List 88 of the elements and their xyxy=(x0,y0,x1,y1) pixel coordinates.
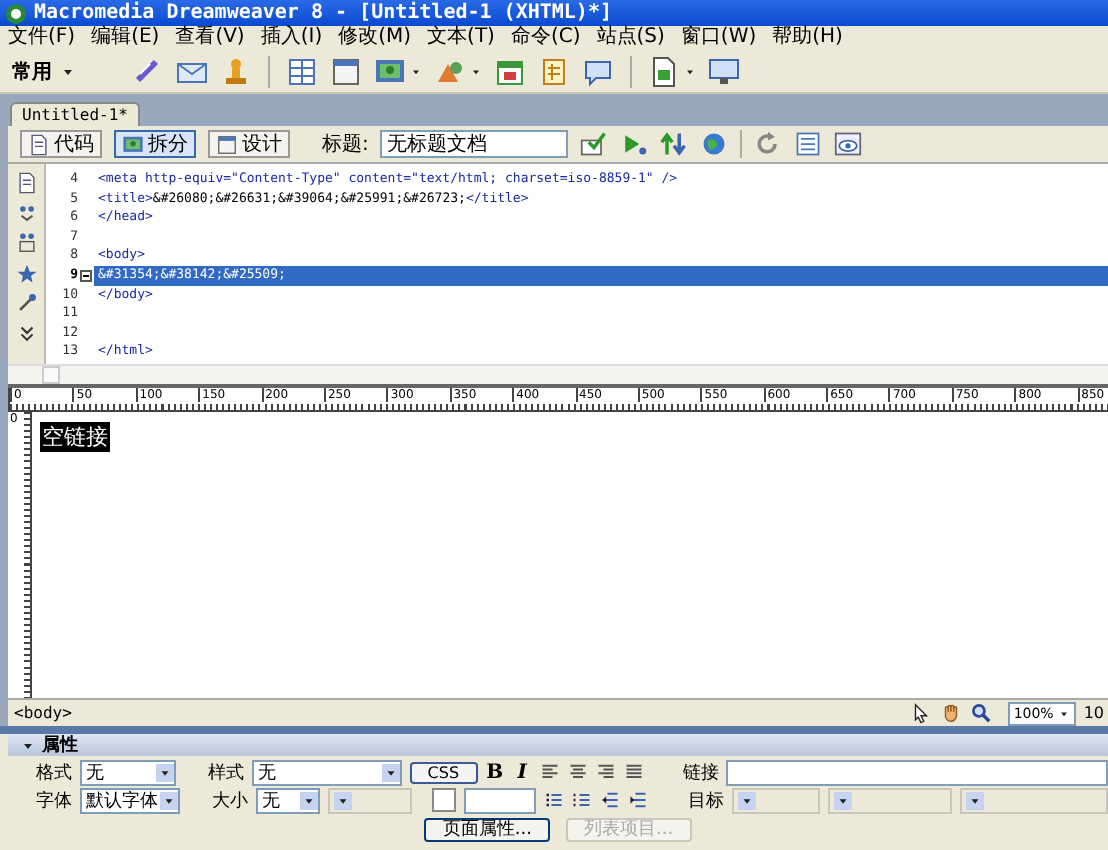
link-icon[interactable] xyxy=(132,55,164,87)
caret-icon[interactable] xyxy=(740,793,754,807)
list-page-icon[interactable] xyxy=(794,130,823,158)
caret-icon[interactable] xyxy=(968,793,982,807)
color-swatch[interactable] xyxy=(432,788,456,812)
split-view-icon xyxy=(122,133,144,155)
menu-item[interactable]: 修改(M) xyxy=(338,26,412,50)
menu-item[interactable]: 命令(C) xyxy=(510,26,581,50)
category-dropdown[interactable]: 常用 xyxy=(12,57,100,85)
caret-icon[interactable] xyxy=(410,65,422,77)
window-icon[interactable] xyxy=(330,55,362,87)
field-label: 样式 xyxy=(208,761,245,785)
menu-item[interactable]: 文本(T) xyxy=(427,26,495,50)
caret-icon[interactable] xyxy=(336,793,350,807)
justify-icon[interactable] xyxy=(623,762,644,782)
star-icon[interactable] xyxy=(15,262,37,284)
bold-button[interactable]: B xyxy=(485,761,505,783)
align-right-icon[interactable] xyxy=(595,762,616,782)
caret-icon[interactable] xyxy=(1057,707,1070,719)
caret-icon[interactable] xyxy=(383,765,398,779)
dropdown[interactable]: 无 xyxy=(252,759,402,785)
up-down-arrows-icon[interactable] xyxy=(660,130,689,158)
validate-icon[interactable] xyxy=(580,130,609,158)
caret-icon[interactable] xyxy=(684,65,696,77)
document-tab[interactable]: Untitled-1* xyxy=(10,102,140,126)
play-icon[interactable] xyxy=(620,130,649,158)
chevrons-icon[interactable] xyxy=(15,322,37,344)
view-button[interactable]: 代码 xyxy=(20,130,102,158)
dots-icon[interactable] xyxy=(15,202,37,224)
css-button[interactable]: CSS xyxy=(409,761,478,783)
indent-icon[interactable] xyxy=(628,790,648,810)
title-field[interactable]: 无标题文档 xyxy=(380,130,569,158)
picture-icon[interactable] xyxy=(374,55,406,87)
field-label: 目标 xyxy=(688,789,724,813)
title-label: 标题: xyxy=(322,131,369,158)
field-label: 字体 xyxy=(36,789,72,813)
calendar-icon[interactable] xyxy=(494,55,526,87)
window-size: 10 xyxy=(1083,704,1104,722)
eye-icon[interactable] xyxy=(834,130,863,158)
panel-button[interactable]: 页面属性... xyxy=(424,818,550,842)
numbered-list-icon[interactable] xyxy=(572,790,592,810)
tag-selector[interactable]: <body> xyxy=(14,704,902,722)
wand-icon[interactable] xyxy=(15,292,37,314)
field-label: 链接 xyxy=(682,761,719,785)
italic-button[interactable]: I xyxy=(512,761,532,783)
page-icon[interactable] xyxy=(15,172,37,194)
collapse-icon[interactable] xyxy=(80,269,92,282)
bulleted-list-icon[interactable] xyxy=(544,790,564,810)
window-title: Macromedia Dreamweaver 8 - [Untitled-1 (XHTML)*] xyxy=(34,2,612,24)
zoom-icon[interactable] xyxy=(969,702,992,724)
monitor-icon[interactable] xyxy=(708,55,740,87)
code-view-icon xyxy=(28,133,50,155)
outdent-icon[interactable] xyxy=(600,790,620,810)
table-icon[interactable] xyxy=(286,55,318,87)
frame-icon[interactable] xyxy=(15,232,37,254)
caret-icon[interactable] xyxy=(470,65,482,77)
panel-title: 属性 xyxy=(42,733,78,758)
hand-icon[interactable] xyxy=(939,702,962,724)
dropdown[interactable]: 无 xyxy=(256,787,320,813)
align-center-icon[interactable] xyxy=(567,762,588,782)
align-left-icon[interactable] xyxy=(539,762,560,782)
dropdown[interactable]: 默认字体 xyxy=(80,787,180,813)
app-logo-icon xyxy=(6,3,26,23)
menu-item[interactable]: 帮助(H) xyxy=(772,26,843,50)
menu-item[interactable]: 站点(S) xyxy=(596,26,665,50)
link-field[interactable] xyxy=(726,759,1108,785)
dropdown[interactable]: 无 xyxy=(80,759,177,785)
field-label: 大小 xyxy=(212,789,248,813)
menu-item[interactable]: 文件(F) xyxy=(8,26,76,50)
selected-text: 空链接 xyxy=(40,422,110,452)
anchor-icon[interactable] xyxy=(220,55,252,87)
grid-icon[interactable] xyxy=(538,55,570,87)
pointer-icon[interactable] xyxy=(909,702,932,724)
speech-bubble-icon[interactable] xyxy=(582,55,614,87)
menu-item[interactable]: 插入(I) xyxy=(260,26,323,50)
globe-icon[interactable] xyxy=(700,130,729,158)
caret-icon[interactable] xyxy=(836,793,850,807)
design-view-icon xyxy=(216,133,238,155)
caret-icon[interactable] xyxy=(302,793,316,807)
page-icon[interactable] xyxy=(648,55,680,87)
menu-item[interactable]: 窗口(W) xyxy=(680,26,757,50)
refresh-icon[interactable] xyxy=(754,130,783,158)
view-button[interactable]: 设计 xyxy=(208,130,290,158)
color-field[interactable] xyxy=(464,787,536,813)
view-button[interactable]: 拆分 xyxy=(114,130,196,158)
field-label: 格式 xyxy=(36,761,72,785)
menu-item[interactable]: 查看(V) xyxy=(175,26,245,50)
menu-item[interactable]: 编辑(E) xyxy=(91,26,160,50)
